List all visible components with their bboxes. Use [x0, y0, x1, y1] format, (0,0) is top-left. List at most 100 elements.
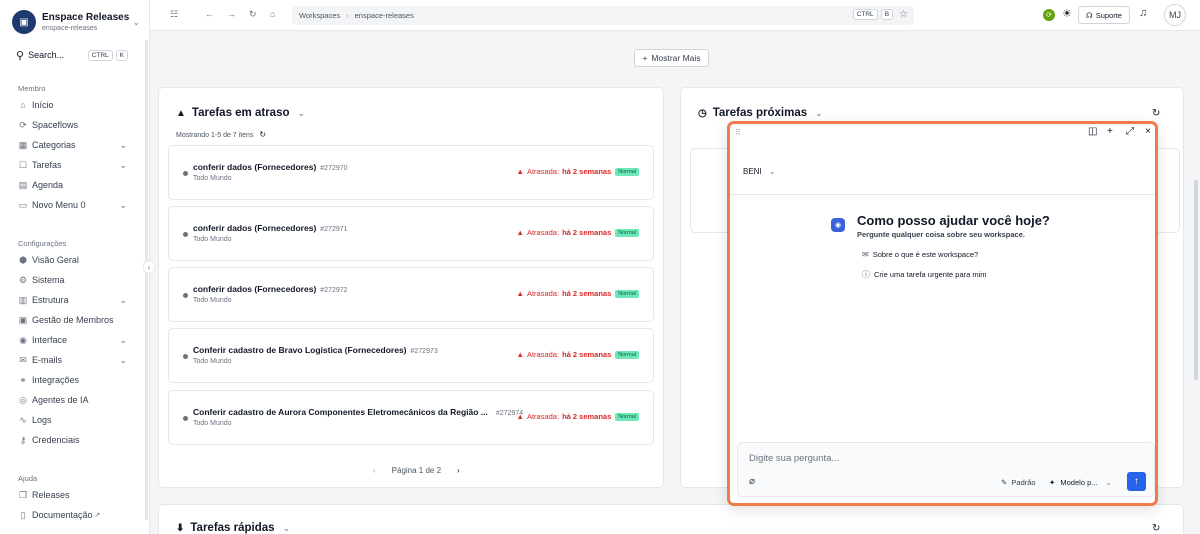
task-row[interactable]: Conferir cadastro de Bravo Logística (Fo… — [168, 328, 654, 383]
sidebar-item-gestao-membros[interactable]: ▣ Gestão de Membros — [17, 312, 127, 328]
chevron-down-icon: ⌄ — [297, 107, 306, 118]
mail-icon: ✉ — [19, 354, 27, 365]
task-title: conferir dados (Fornecedores) #272970 — [193, 162, 348, 172]
task-id: #272972 — [320, 287, 348, 294]
task-id: #272971 — [320, 226, 348, 233]
sidebar-item-novo-menu[interactable]: ▭ Novo Menu 0 ⌄ — [17, 197, 127, 213]
task-row[interactable]: Conferir cadastro de Aurora Componentes … — [168, 390, 654, 445]
quick-tasks-title[interactable]: ⬇ Tarefas rápidas ⌄ — [176, 522, 290, 534]
warning-icon: ▲ — [176, 107, 186, 119]
star-icon[interactable]: ☆ — [899, 9, 908, 20]
refresh-icon[interactable]: ↻ — [249, 9, 257, 20]
drag-handle-icon[interactable]: ⠿ — [735, 128, 741, 137]
sidebar-item-agentes-ia[interactable]: ◎ Agentes de IA — [17, 392, 127, 408]
mode-selector[interactable]: ✎ Padrão — [1001, 478, 1036, 487]
bell-icon[interactable]: ♫ — [1139, 7, 1147, 19]
paperclip-icon[interactable]: ⌀ — [749, 476, 755, 487]
sidebar-item-categorias[interactable]: ▦ Categorias ⌄ — [17, 137, 127, 153]
palette-icon: ◉ — [19, 334, 27, 345]
model-selector[interactable]: ✦ Modelo p... ⌄ — [1049, 478, 1112, 487]
sidebar-item-label: Credenciais — [32, 435, 80, 445]
task-dot — [183, 354, 188, 359]
chevron-left-icon[interactable]: ‹ — [373, 466, 376, 475]
pagination: ‹ Página 1 de 2 › — [365, 466, 468, 475]
expand-icon[interactable]: ⤢ — [1126, 126, 1134, 137]
refresh-icon[interactable]: ↻ — [259, 130, 266, 139]
suggestion-urgent-task[interactable]: ⓘ Crie uma tarefa urgente para mim — [862, 269, 987, 280]
sidebar-item-label: Gestão de Membros — [32, 315, 114, 325]
task-dot — [183, 416, 188, 421]
close-icon[interactable]: × — [1145, 126, 1151, 137]
sidebar-item-logs[interactable]: ∿ Logs — [17, 412, 127, 428]
section-label-ajuda: Ajuda — [18, 474, 38, 483]
user-avatar[interactable]: MJ — [1164, 4, 1186, 26]
sidebar-item-interface[interactable]: ◉ Interface ⌄ — [17, 332, 127, 348]
status-time: há 2 semanas — [562, 350, 612, 359]
sun-icon[interactable]: ☀ — [1062, 7, 1072, 20]
chevron-down-icon: ⌄ — [119, 334, 127, 345]
status-prefix: Atrasada: — [526, 167, 560, 176]
sidebar-item-spaceflows[interactable]: ⟳ Spaceflows — [17, 117, 127, 133]
sidebar-item-documentacao[interactable]: ▯ Documentação ↗ — [17, 507, 127, 523]
sidebar-item-estrutura[interactable]: ▥ Estrutura ⌄ — [17, 292, 127, 308]
task-title-text: conferir dados (Fornecedores) — [193, 284, 317, 294]
checkbox-icon: ☐ — [18, 159, 28, 170]
task-row[interactable]: conferir dados (Fornecedores) #272972 Tod… — [168, 267, 654, 322]
sidebar-item-credenciais[interactable]: ⚷ Credenciais — [17, 432, 127, 448]
sidebar-item-label: Agenda — [32, 180, 64, 190]
document-icon: ▯ — [20, 509, 26, 520]
search-button[interactable]: ⚲ Search... CTRL K — [16, 48, 128, 62]
agent-selector[interactable]: BENI ⌄ — [743, 167, 776, 176]
overdue-tasks-title[interactable]: ▲ Tarefas em atraso ⌄ — [176, 107, 305, 119]
sidebar-item-integracoes[interactable]: ⚭ Integrações — [17, 372, 127, 388]
sparkle-icon: ✦ — [1049, 478, 1056, 487]
overview-icon: ⬢ — [19, 254, 27, 265]
priority-badge: Normal — [615, 412, 639, 421]
suggestion-workspace[interactable]: ✉ Sobre o que é este workspace? — [862, 250, 978, 259]
plus-icon[interactable]: + — [1107, 126, 1113, 137]
refresh-icon[interactable]: ↻ — [1152, 108, 1160, 119]
sidebar-layout-icon[interactable]: ◫ — [1088, 126, 1097, 137]
sidebar-item-visao-geral[interactable]: ⬢ Visão Geral — [17, 252, 127, 268]
kbd-ctrl: CTRL — [87, 49, 113, 61]
grid-icon: ▦ — [18, 139, 28, 150]
collapse-sidebar-button[interactable]: ‹ — [143, 260, 155, 274]
calendar-icon: ▤ — [18, 179, 28, 190]
sidebar-item-inicio[interactable]: ⌂ Início — [17, 97, 127, 113]
show-more-button[interactable]: + Mostrar Mais — [634, 49, 709, 67]
task-row[interactable]: conferir dados (Fornecedores) #272971 Tod… — [168, 206, 654, 261]
breadcrumb-workspaces[interactable]: Workspaces — [299, 11, 340, 20]
sidebar-item-label: Integrações — [32, 375, 80, 385]
sidebar-item-sistema[interactable]: ⚙ Sistema — [17, 272, 127, 288]
home-icon[interactable]: ⌂ — [270, 9, 275, 19]
arrow-right-icon[interactable]: → — [227, 9, 236, 19]
breadcrumb-current[interactable]: enspace-releases — [355, 11, 414, 20]
sidebar-scrollbar[interactable] — [145, 40, 148, 520]
sidebar-item-tarefas[interactable]: ☐ Tarefas ⌄ — [17, 157, 127, 173]
support-button[interactable]: ☊ Suporte — [1078, 6, 1130, 24]
sync-status-icon[interactable]: ⟳ — [1043, 9, 1055, 21]
send-button[interactable]: ↑ — [1127, 472, 1146, 491]
task-title-text: conferir dados (Fornecedores) — [193, 223, 317, 233]
sidebar-item-label: Logs — [32, 415, 52, 425]
refresh-icon[interactable]: ↻ — [1152, 523, 1160, 534]
priority-badge: Normal — [615, 167, 639, 176]
sidebar-item-emails[interactable]: ✉ E-mails ⌄ — [17, 352, 127, 368]
upcoming-tasks-title[interactable]: ◷ Tarefas próximas ⌄ — [698, 107, 823, 119]
assistant-heading: Como posso ajudar você hoje? — [857, 213, 1050, 228]
chat-input[interactable]: Digite sua pergunta... — [749, 453, 839, 464]
task-row[interactable]: conferir dados (Fornecedores) #272970 Tod… — [168, 145, 654, 200]
sidebar-item-label: Categorias — [32, 140, 76, 150]
arrow-left-icon[interactable]: ← — [205, 9, 214, 19]
task-title: Conferir cadastro de Bravo Logística (Fo… — [193, 345, 438, 355]
settings-sliders-icon[interactable]: ☷ — [170, 9, 178, 20]
sidebar-item-releases[interactable]: ❐ Releases — [17, 487, 127, 503]
sidebar-item-agenda[interactable]: ▤ Agenda — [17, 177, 127, 193]
main-scrollbar[interactable] — [1194, 180, 1198, 380]
chevron-right-icon[interactable]: › — [457, 466, 460, 475]
show-more-label: Mostrar Mais — [651, 53, 701, 63]
status-prefix: Atrasada: — [526, 412, 560, 421]
chevron-down-icon: ⌄ — [282, 522, 291, 533]
workspace-switcher[interactable]: ▣ Enspace Releases enspace-releases ⌄ — [12, 8, 140, 36]
clock-icon: ◷ — [698, 107, 707, 119]
